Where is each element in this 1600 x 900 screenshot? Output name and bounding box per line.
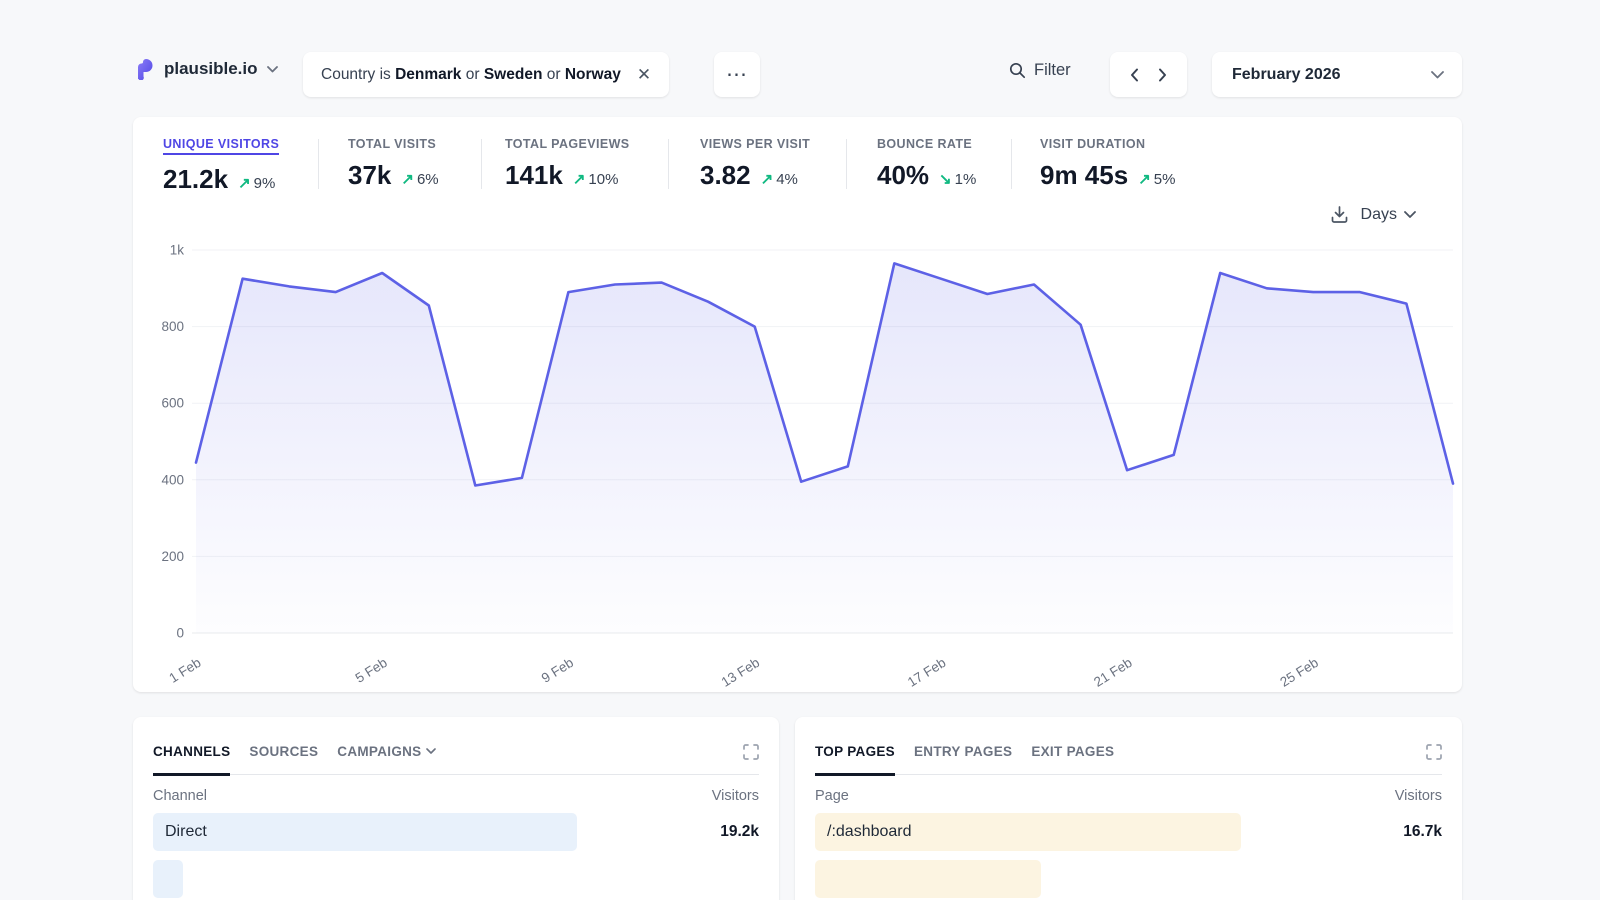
pages-tabs: TOP PAGES ENTRY PAGES EXIT PAGES [815, 717, 1442, 775]
column-header-dim: Channel [153, 788, 207, 804]
page-row-partial[interactable] [815, 860, 1442, 898]
filter-button-label: Filter [1034, 61, 1071, 80]
tab-sources[interactable]: SOURCES [249, 744, 318, 776]
y-axis-label: 1k [170, 243, 185, 258]
trend-up-icon: ↗ [238, 174, 251, 192]
stat-divider [1011, 139, 1012, 189]
expand-icon[interactable] [1426, 744, 1442, 760]
campaigns-chevron-down-icon [426, 748, 436, 755]
channels-panel: CHANNELS SOURCES CAMPAIGNS Channel Visit… [133, 717, 779, 900]
tab-entry-pages[interactable]: ENTRY PAGES [914, 744, 1012, 776]
channels-column-headers: Channel Visitors [153, 788, 759, 804]
stat-divider [846, 139, 847, 189]
trend-up-icon: ↗ [761, 170, 774, 188]
y-axis-label: 800 [161, 319, 184, 334]
remove-filter-icon[interactable]: ✕ [637, 66, 651, 83]
page-row-dashboard[interactable]: /:dashboard 16.7k [815, 813, 1442, 851]
more-options-button[interactable]: ⋯ [714, 52, 760, 97]
date-nav [1110, 52, 1187, 97]
chart-area-fill [196, 263, 1453, 633]
x-axis-label: 13 Feb [719, 655, 763, 690]
download-icon[interactable] [1330, 205, 1349, 224]
trend-up-icon: ↗ [401, 170, 414, 188]
tab-exit-pages[interactable]: EXIT PAGES [1031, 744, 1114, 776]
prev-period-button[interactable] [1130, 68, 1139, 82]
page-visitors: 16.7k [1403, 823, 1442, 841]
chart-interval-controls: Days [1330, 205, 1416, 224]
stat-divider [481, 139, 482, 189]
visitors-chart: 0 200 400 600 800 1k 1 Feb 5 Feb 9 Feb 13 Feb 17 F… [133, 232, 1462, 692]
search-icon [1009, 62, 1026, 79]
stat-visit-duration[interactable]: VISIT DURATION 9m 45s ↗5% [1040, 137, 1175, 191]
channel-row-direct[interactable]: Direct 19.2k [153, 813, 759, 851]
expand-icon[interactable] [743, 744, 759, 760]
date-range-label: February 2026 [1232, 66, 1341, 84]
stat-views-per-visit[interactable]: VIEWS PER VISIT 3.82 ↗4% [700, 137, 810, 191]
filter-button[interactable]: Filter [1009, 61, 1071, 80]
plausible-logo-icon [133, 58, 155, 80]
stat-total-pageviews[interactable]: TOTAL PAGEVIEWS 141k ↗10% [505, 137, 630, 191]
column-header-dim: Page [815, 788, 849, 804]
visitors-chart-area[interactable]: 0 200 400 600 800 1k 1 Feb 5 Feb 9 Feb 13 Feb 17 F… [133, 232, 1462, 692]
column-header-metric: Visitors [1395, 788, 1442, 804]
pages-column-headers: Page Visitors [815, 788, 1442, 804]
country-filter-chip[interactable]: Country is Denmark or Sweden or Norway ✕ [303, 52, 669, 97]
y-axis-label: 0 [176, 626, 184, 641]
y-axis-label: 200 [161, 549, 184, 564]
x-axis-label: 21 Feb [1091, 655, 1135, 690]
trend-up-icon: ↗ [573, 170, 586, 188]
x-axis-label: 17 Feb [905, 655, 949, 690]
stat-divider [668, 139, 669, 189]
page-bar [815, 860, 1041, 898]
tab-campaigns[interactable]: CAMPAIGNS [337, 744, 436, 776]
pages-panel: TOP PAGES ENTRY PAGES EXIT PAGES Page Vi… [795, 717, 1462, 900]
channel-visitors: 19.2k [720, 823, 759, 841]
stat-unique-visitors[interactable]: UNIQUE VISITORS 21.2k ↗9% [163, 137, 279, 195]
column-header-metric: Visitors [712, 788, 759, 804]
date-chevron-down-icon [1431, 71, 1444, 79]
page-label[interactable]: /:dashboard [815, 823, 912, 841]
next-period-button[interactable] [1158, 68, 1167, 82]
site-name: plausible.io [164, 59, 258, 79]
trend-up-icon: ↗ [1138, 170, 1151, 188]
x-axis-label: 25 Feb [1277, 655, 1321, 690]
site-chevron-down-icon [267, 66, 278, 73]
interval-chevron-down-icon [1404, 211, 1416, 219]
stat-total-visits[interactable]: TOTAL VISITS 37k ↗6% [348, 137, 439, 191]
ellipsis-icon: ⋯ [726, 62, 748, 87]
y-axis-label: 400 [161, 472, 184, 487]
y-axis-label: 600 [161, 396, 184, 411]
x-axis-label: 5 Feb [353, 655, 390, 686]
interval-label: Days [1361, 206, 1397, 224]
channel-bar [153, 860, 183, 898]
site-picker[interactable]: plausible.io [133, 58, 278, 80]
channel-row-partial[interactable] [153, 860, 759, 898]
channel-label[interactable]: Direct [153, 823, 207, 841]
interval-dropdown[interactable]: Days [1361, 206, 1416, 224]
stat-divider [318, 139, 319, 189]
channels-tabs: CHANNELS SOURCES CAMPAIGNS [153, 717, 759, 775]
top-stats-row: UNIQUE VISITORS 21.2k ↗9% TOTAL VISITS 3… [133, 117, 1462, 197]
channel-bar [153, 813, 577, 851]
x-axis-label: 1 Feb [166, 655, 203, 686]
stat-bounce-rate[interactable]: BOUNCE RATE 40% ↘1% [877, 137, 976, 191]
trend-down-icon: ↘ [939, 170, 952, 188]
visitors-card: UNIQUE VISITORS 21.2k ↗9% TOTAL VISITS 3… [133, 117, 1462, 692]
x-axis-label: 9 Feb [539, 655, 576, 686]
top-bar: plausible.io Country is Denmark or Swede… [0, 0, 1600, 100]
filter-chip-text: Country is Denmark or Sweden or Norway [321, 66, 621, 84]
tab-channels[interactable]: CHANNELS [153, 744, 230, 776]
tab-top-pages[interactable]: TOP PAGES [815, 744, 895, 776]
date-range-picker[interactable]: February 2026 [1212, 52, 1462, 97]
